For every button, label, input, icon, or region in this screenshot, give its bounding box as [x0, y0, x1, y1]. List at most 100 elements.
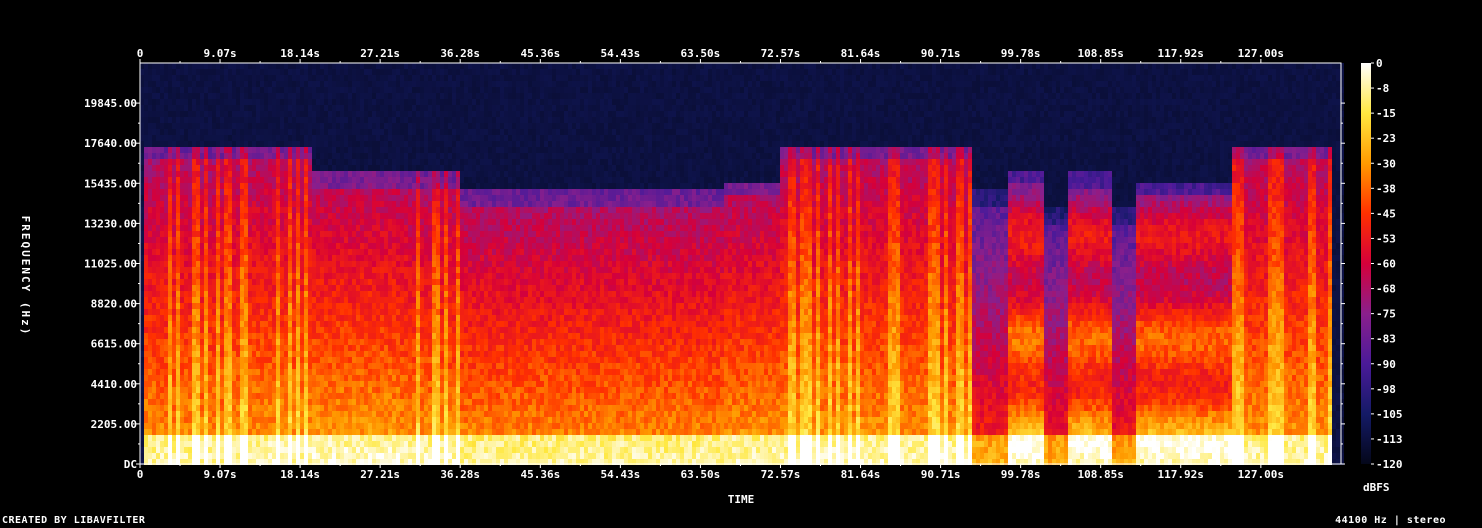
heatmap-cell — [216, 387, 220, 393]
heatmap-cell — [288, 171, 292, 177]
heatmap-cell — [428, 123, 432, 129]
heatmap-cell — [292, 183, 296, 189]
heatmap-cell — [264, 273, 268, 279]
heatmap-cell — [180, 75, 184, 81]
heatmap-cell — [156, 147, 160, 153]
heatmap-cell — [416, 351, 420, 357]
heatmap-cell — [180, 177, 184, 183]
heatmap-cell — [376, 429, 380, 435]
heatmap-cell — [404, 357, 408, 363]
heatmap-cell — [236, 123, 240, 129]
heatmap-cell — [248, 213, 252, 219]
heatmap-cell — [272, 81, 276, 87]
heatmap-cell — [284, 177, 288, 183]
heatmap-cell — [380, 303, 384, 309]
heatmap-cell — [232, 87, 236, 93]
heatmap-cell — [264, 69, 268, 75]
heatmap-cell — [340, 399, 344, 405]
heatmap-cell — [308, 429, 312, 435]
heatmap-cell — [336, 363, 340, 369]
heatmap-cell — [400, 75, 404, 81]
heatmap-cell — [396, 69, 400, 75]
heatmap-cell — [364, 429, 368, 435]
heatmap-cell — [416, 309, 420, 315]
heatmap-cell — [336, 351, 340, 357]
heatmap-cell — [292, 63, 296, 69]
heatmap-cell — [360, 207, 364, 213]
heatmap-cell — [324, 153, 328, 159]
heatmap-cell — [212, 387, 216, 393]
heatmap-cell — [164, 219, 168, 225]
heatmap-cell — [212, 369, 216, 375]
heatmap-cell — [336, 345, 340, 351]
heatmap-cell — [356, 351, 360, 357]
heatmap-cell — [196, 135, 200, 141]
heatmap-cell — [236, 333, 240, 339]
heatmap-cell — [200, 219, 204, 225]
heatmap-cell — [280, 297, 284, 303]
heatmap-cell — [304, 69, 308, 75]
heatmap-cell — [192, 123, 196, 129]
heatmap-cell — [344, 387, 348, 393]
heatmap-cell — [312, 75, 316, 81]
heatmap-cell — [228, 261, 232, 267]
heatmap-cell — [184, 369, 188, 375]
heatmap-cell — [252, 321, 256, 327]
heatmap-cell — [296, 399, 300, 405]
heatmap-cell — [356, 411, 360, 417]
heatmap-cell — [200, 81, 204, 87]
heatmap-cell — [316, 429, 320, 435]
heatmap-cell — [264, 285, 268, 291]
heatmap-cell — [204, 435, 208, 441]
heatmap-cell — [388, 429, 392, 435]
heatmap-cell — [320, 429, 324, 435]
heatmap-cell — [196, 345, 200, 351]
heatmap-cell — [160, 435, 164, 441]
heatmap-cell — [256, 129, 260, 135]
heatmap-cell — [216, 345, 220, 351]
heatmap-cell — [176, 381, 180, 387]
heatmap-cell — [416, 177, 420, 183]
heatmap-cell — [316, 81, 320, 87]
heatmap-cell — [140, 255, 144, 261]
heatmap-cell — [168, 105, 172, 111]
heatmap-cell — [412, 393, 416, 399]
heatmap-cell — [264, 165, 268, 171]
heatmap-cell — [228, 255, 232, 261]
heatmap-cell — [248, 153, 252, 159]
heatmap-cell — [204, 381, 208, 387]
heatmap-cell — [212, 279, 216, 285]
heatmap-cell — [168, 159, 172, 165]
heatmap-cell — [156, 201, 160, 207]
heatmap-cell — [380, 405, 384, 411]
heatmap-cell — [180, 189, 184, 195]
heatmap-cell — [404, 417, 408, 423]
heatmap-cell — [388, 243, 392, 249]
heatmap-cell — [296, 249, 300, 255]
heatmap-cell — [340, 117, 344, 123]
heatmap-cell — [384, 345, 388, 351]
heatmap-cell — [304, 117, 308, 123]
heatmap-cell — [152, 201, 156, 207]
heatmap-cell — [296, 201, 300, 207]
heatmap-cell — [212, 261, 216, 267]
heatmap-cell — [156, 297, 160, 303]
heatmap-cell — [408, 147, 412, 153]
heatmap-cell — [412, 369, 416, 375]
heatmap-cell — [256, 441, 260, 447]
heatmap-cell — [416, 453, 420, 459]
heatmap-cell — [232, 309, 236, 315]
heatmap-cell — [244, 303, 248, 309]
heatmap-cell — [268, 417, 272, 423]
heatmap-cell — [256, 75, 260, 81]
heatmap-cell — [312, 309, 316, 315]
heatmap-cell — [252, 225, 256, 231]
heatmap-cell — [376, 219, 380, 225]
heatmap-cell — [356, 375, 360, 381]
heatmap-cell — [364, 267, 368, 273]
heatmap-cell — [316, 147, 320, 153]
heatmap-cell — [244, 171, 248, 177]
heatmap-cell — [420, 159, 424, 165]
heatmap-cell — [308, 327, 312, 333]
heatmap-cell — [244, 273, 248, 279]
